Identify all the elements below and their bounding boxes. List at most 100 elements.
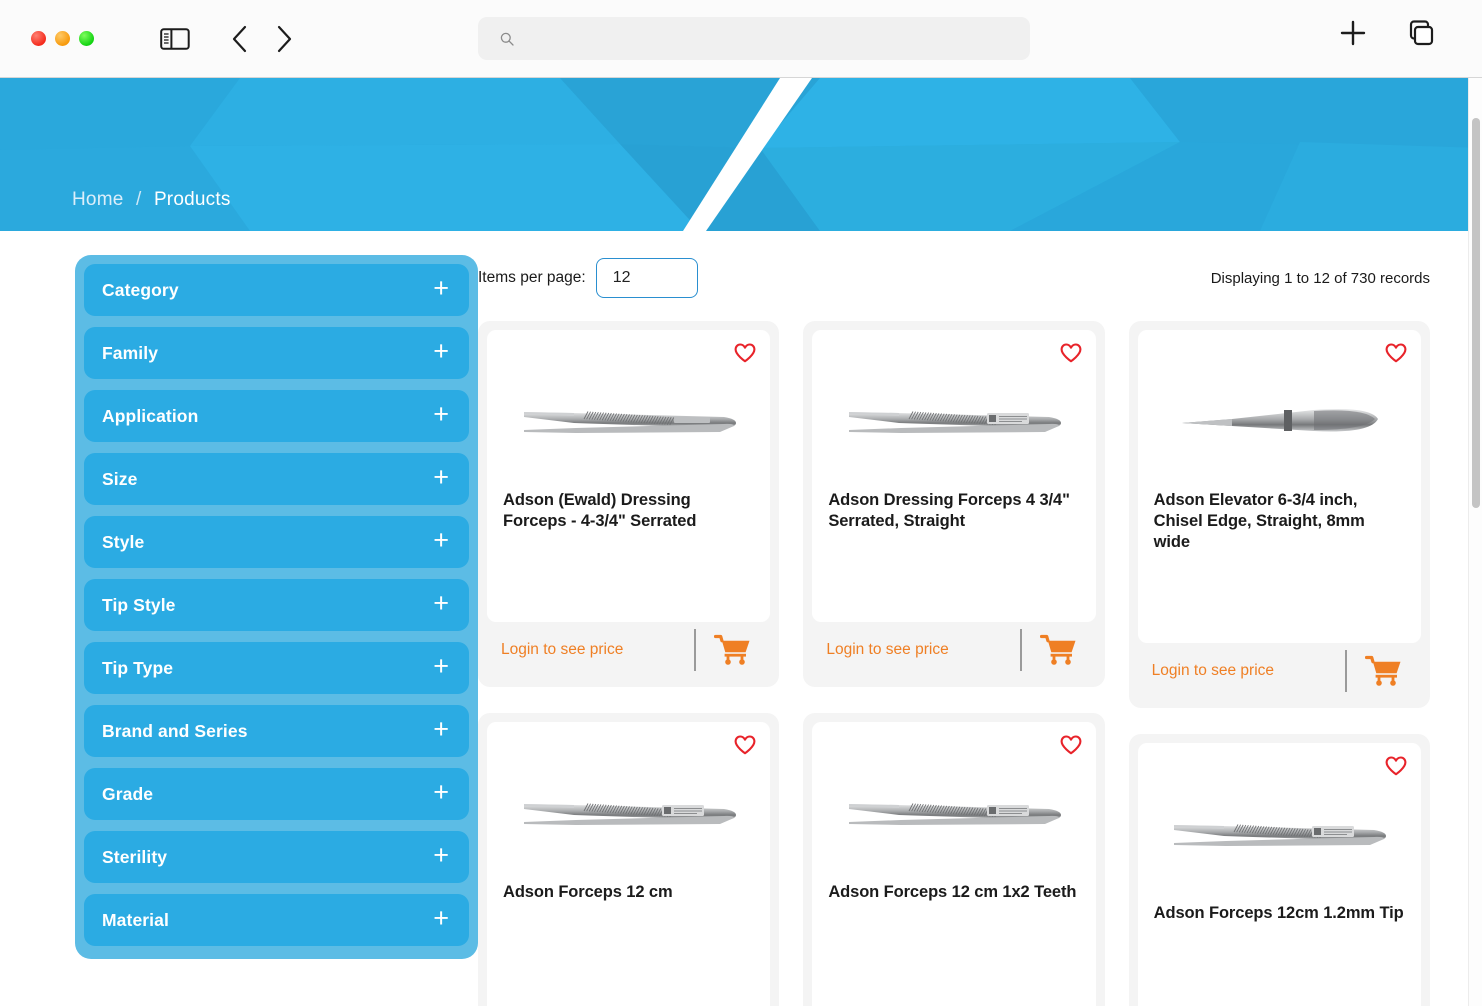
shopping-cart-icon[interactable] [1039,634,1090,666]
filter-item-size[interactable]: Size + [84,453,469,505]
filter-item-category[interactable]: Category + [84,264,469,316]
plus-expand-icon[interactable]: + [433,527,449,554]
page-scrollbar-thumb[interactable] [1472,118,1480,508]
footer-divider [1019,629,1022,672]
shopping-cart-icon[interactable] [714,634,764,666]
items-per-page-control: Items per page: [478,258,698,298]
minimize-window-button[interactable] [55,31,70,46]
filter-item-brand-and-series[interactable]: Brand and Series + [84,705,469,757]
plus-expand-icon[interactable]: + [433,338,449,365]
product-card[interactable]: Adson Forceps 12 cm 1x2 TeethLogin to se… [803,713,1105,1006]
product-title: Adson (Ewald) Dressing Forceps - 4-3/4" … [503,491,697,531]
heart-outline-icon[interactable] [1060,735,1082,757]
product-card[interactable]: Adson Forceps 12 cmLogin to see price [478,713,780,1006]
product-card-body: Adson Forceps 12 cm 1x2 Teeth [812,722,1096,1006]
plus-icon[interactable] [1338,18,1368,48]
filter-label: Tip Type [102,657,174,678]
search-icon [500,32,514,46]
hero-banner: Home / Products [0,78,1482,231]
filter-item-style[interactable]: Style + [84,516,469,568]
filter-item-tip-style[interactable]: Tip Style + [84,579,469,631]
address-bar[interactable] [478,17,1030,60]
product-card-footer: Login to see price [1138,643,1421,699]
product-title: Adson Forceps 12cm 1.2mm Tip [1153,904,1404,923]
close-window-button[interactable] [31,31,46,46]
chevron-right-icon[interactable] [273,24,295,54]
heart-outline-icon[interactable] [1385,343,1407,365]
plus-expand-icon[interactable]: + [433,653,449,680]
breadcrumb-home-link[interactable]: Home [72,189,123,210]
plus-expand-icon[interactable]: + [433,590,449,617]
product-card[interactable]: Adson Forceps 12cm 1.2mm TipLogin to see… [1128,734,1430,1006]
browser-chrome [0,0,1482,78]
card-spacer [1154,553,1405,623]
shopping-cart-icon[interactable] [1364,655,1415,687]
filter-label: Application [102,405,199,426]
browser-right-controls [1338,18,1436,48]
items-per-page-label: Items per page: [478,269,586,286]
product-image [828,362,1079,480]
products-column: Adson Elevator 6-3/4 inch, Chisel Edge, … [1128,321,1430,1006]
product-card-footer: Login to see price [812,622,1095,678]
filter-item-family[interactable]: Family + [84,327,469,379]
heart-outline-icon[interactable] [1060,343,1082,365]
product-card-body: Adson Elevator 6-3/4 inch, Chisel Edge, … [1137,330,1421,644]
product-card-body: Adson Forceps 12 cm [487,722,771,1006]
login-to-see-price-link[interactable]: Login to see price [1152,662,1345,680]
product-title: Adson Elevator 6-3/4 inch, Chisel Edge, … [1153,491,1365,552]
chevron-left-icon[interactable] [229,24,251,54]
sidebar-toggle-icon[interactable] [160,27,190,51]
plus-expand-icon[interactable]: + [433,464,449,491]
product-image [503,754,754,872]
product-card-body: Adson (Ewald) Dressing Forceps - 4-3/4" … [487,330,771,623]
breadcrumb-separator: / [135,189,142,210]
filter-label: Brand and Series [102,720,248,741]
products-grid: Adson (Ewald) Dressing Forceps - 4-3/4" … [478,321,1430,1006]
login-to-see-price-link[interactable]: Login to see price [826,641,1019,659]
products-section: Items per page: Displaying 1 to 12 of 73… [478,231,1482,1006]
heart-outline-icon[interactable] [734,735,756,757]
filter-item-tip-type[interactable]: Tip Type + [84,642,469,694]
product-title: Adson Forceps 12 cm [503,883,673,902]
plus-expand-icon[interactable]: + [433,842,449,869]
plus-expand-icon[interactable]: + [433,401,449,428]
filter-label: Material [102,909,169,930]
product-image [1154,775,1405,893]
product-card[interactable]: Adson Elevator 6-3/4 inch, Chisel Edge, … [1128,321,1430,709]
card-spacer [503,532,754,602]
heart-outline-icon[interactable] [1385,756,1407,778]
tab-overview-icon[interactable] [1406,18,1436,48]
window-traffic-lights [31,31,94,46]
items-per-page-input[interactable] [595,258,698,298]
products-column: Adson Dressing Forceps 4 3/4" Serrated, … [803,321,1105,1006]
login-to-see-price-link[interactable]: Login to see price [501,641,694,659]
product-title: Adson Forceps 12 cm 1x2 Teeth [828,883,1077,902]
heart-outline-icon[interactable] [734,343,756,365]
plus-expand-icon[interactable]: + [433,905,449,932]
product-image [503,362,754,480]
page-scrollbar[interactable] [1468,78,1482,1006]
filter-item-application[interactable]: Application + [84,390,469,442]
card-spacer [1154,924,1405,1006]
products-toolbar: Items per page: Displaying 1 to 12 of 73… [478,255,1430,301]
page-viewport: Home / Products Category + Family + Applicat… [0,78,1482,1006]
card-spacer [828,532,1079,602]
filter-item-grade[interactable]: Grade + [84,768,469,820]
filter-label: Category [102,279,179,300]
product-card[interactable]: Adson Dressing Forceps 4 3/4" Serrated, … [803,321,1105,688]
product-card[interactable]: Adson (Ewald) Dressing Forceps - 4-3/4" … [478,321,780,688]
products-column: Adson (Ewald) Dressing Forceps - 4-3/4" … [478,321,780,1006]
filter-item-material[interactable]: Material + [84,894,469,946]
filter-label: Grade [102,783,154,804]
breadcrumb-current: Products [153,189,231,210]
filter-label: Tip Style [102,594,176,615]
card-spacer [828,903,1079,999]
plus-expand-icon[interactable]: + [433,716,449,743]
plus-expand-icon[interactable]: + [433,275,449,302]
product-card-footer: Login to see price [487,622,770,678]
product-image [828,754,1079,872]
main-content: Category + Family + Application + Size + Style + T… [0,231,1482,1006]
plus-expand-icon[interactable]: + [433,779,449,806]
filter-item-sterility[interactable]: Sterility + [84,831,469,883]
maximize-window-button[interactable] [79,31,94,46]
